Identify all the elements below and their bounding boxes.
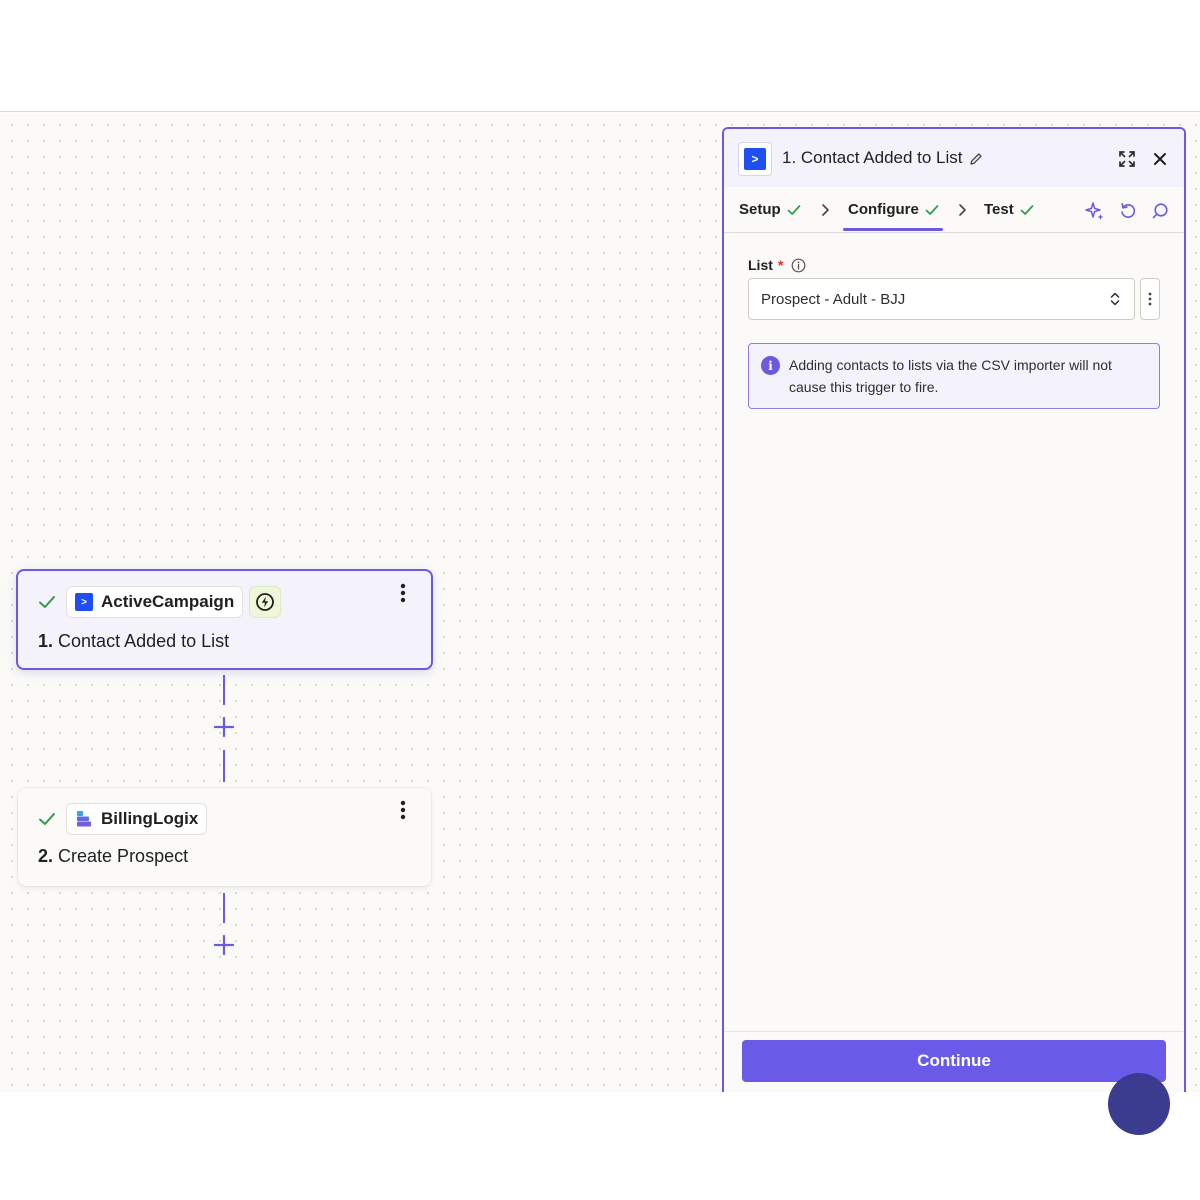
bottom-bar xyxy=(0,1092,1200,1200)
pencil-icon[interactable] xyxy=(969,151,983,165)
step-card-1[interactable]: > ActiveCampaign 1. Contact Added to Lis… xyxy=(16,569,433,670)
info-icon[interactable] xyxy=(791,258,806,273)
activecampaign-logo-icon: > xyxy=(75,593,93,611)
check-icon xyxy=(787,204,801,215)
step-title: 2. Create Prospect xyxy=(38,846,189,866)
comment-icon[interactable] xyxy=(1149,200,1171,222)
sort-arrows-icon xyxy=(1108,291,1122,307)
plus-icon[interactable] xyxy=(213,716,235,738)
trigger-icon xyxy=(249,586,282,618)
expand-icon[interactable] xyxy=(1116,148,1138,170)
sparkle-icon[interactable] xyxy=(1084,200,1106,222)
tab-test[interactable]: Test xyxy=(984,201,1034,218)
active-tab-indicator xyxy=(843,228,943,231)
field-options-button[interactable] xyxy=(1140,278,1160,320)
connector-line xyxy=(223,893,225,923)
required-mark: * xyxy=(777,257,784,273)
kebab-icon[interactable] xyxy=(391,579,415,607)
kebab-icon xyxy=(1148,292,1152,306)
undo-icon[interactable] xyxy=(1117,200,1139,222)
list-select[interactable]: Prospect - Adult - BJJ xyxy=(748,278,1135,320)
billinglogix-logo-icon xyxy=(75,810,93,828)
check-icon xyxy=(1020,204,1034,215)
notice-text: Adding contacts to lists via the CSV imp… xyxy=(789,357,1112,395)
list-field-label: List * xyxy=(748,257,806,273)
plus-icon[interactable] xyxy=(213,934,235,956)
panel-title[interactable]: 1. Contact Added to List xyxy=(782,148,983,168)
app-pill-activecampaign: > ActiveCampaign xyxy=(66,586,244,618)
info-icon: i xyxy=(761,356,780,375)
connector-line xyxy=(223,675,225,705)
list-select-value: Prospect - Adult - BJJ xyxy=(761,290,906,308)
help-chat-icon[interactable] xyxy=(1108,1073,1170,1135)
step-title: 1. Contact Added to List xyxy=(38,631,230,651)
check-icon xyxy=(38,810,56,828)
activecampaign-logo-icon: > xyxy=(738,142,772,176)
chevron-right-icon xyxy=(957,201,971,219)
app-pill-billinglogix: BillingLogix xyxy=(66,803,208,835)
tab-configure[interactable]: Configure xyxy=(848,201,939,218)
app-name: ActiveCampaign xyxy=(101,592,235,611)
panel-tabs: Setup Configure Test xyxy=(724,187,1184,233)
kebab-icon[interactable] xyxy=(391,796,415,824)
tab-setup[interactable]: Setup xyxy=(739,201,801,218)
step-card-2[interactable]: BillingLogix 2. Create Prospect xyxy=(18,788,431,886)
check-icon xyxy=(925,204,939,215)
chevron-right-icon xyxy=(820,201,834,219)
info-notice: i Adding contacts to lists via the CSV i… xyxy=(748,343,1160,409)
panel-header: > 1. Contact Added to List xyxy=(724,129,1184,187)
app-name: BillingLogix xyxy=(101,809,199,828)
connector-line xyxy=(223,750,225,782)
close-icon[interactable] xyxy=(1149,148,1171,170)
step-config-panel: > 1. Contact Added to List Setup Configu… xyxy=(722,127,1186,1107)
check-icon xyxy=(38,593,56,611)
top-bar xyxy=(0,0,1200,112)
continue-button[interactable]: Continue xyxy=(742,1040,1166,1082)
